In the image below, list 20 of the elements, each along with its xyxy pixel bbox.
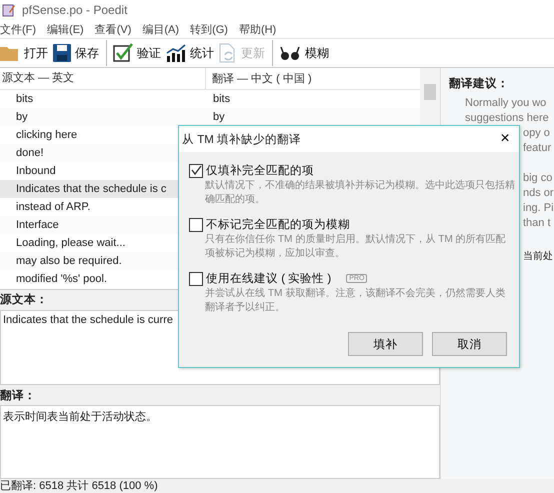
option-description: 只有在你信任你 TM 的质量时启用。默认情况下，从 TM 的所有匹配项被标记为模糊，应加以审查。: [204, 233, 507, 261]
option-label: 仅填补完全匹配的项: [206, 163, 314, 178]
suggestion-text: nds or: [523, 187, 554, 199]
window-title: pfSense.po - Poedit: [22, 3, 128, 17]
section-label: 翻译：: [0, 388, 36, 403]
suggestion-text: suggestions here: [465, 112, 549, 124]
panel-title: 翻译建议：: [449, 76, 510, 91]
suggestion-text: 当前处: [523, 251, 553, 262]
dialog-title: 从 TM 填补缺少的翻译: [182, 132, 301, 146]
suggestion-text: featur: [523, 142, 552, 154]
status-text: 已翻译: 6518 共计 6518 (100 %): [0, 480, 158, 492]
option-description: 并尝试从在线 TM 获取翻译。注意，该翻译不会完美，仍然需要人类翻译者予以纠正。: [204, 287, 506, 315]
option-label: 使用在线建议 ( 实验性 ): [206, 271, 332, 286]
suggestion-text: ing. Pi: [523, 202, 554, 214]
suggestion-text: big co: [523, 172, 552, 184]
option-label: 不标记完全匹配的项为模糊: [206, 217, 350, 232]
suggestion-text: than t: [523, 217, 551, 229]
section-label: 源文本：: [0, 292, 48, 308]
suggestion-text: opy o: [523, 127, 550, 139]
suggestion-text: Normally you wo: [465, 97, 546, 109]
